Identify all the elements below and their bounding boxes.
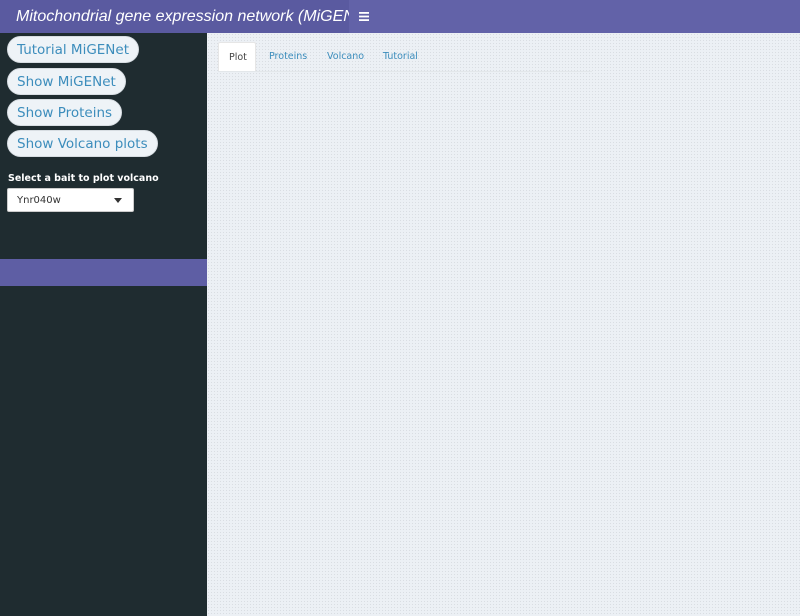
app-brand: Mitochondrial gene expression network (M… — [0, 0, 373, 33]
tab-proteins[interactable]: Proteins — [256, 42, 317, 71]
caret-down-icon — [114, 198, 122, 203]
sidebar-divider-band — [0, 259, 207, 286]
bait-select-value: Ynr040w — [17, 194, 61, 206]
tab-tutorial[interactable]: Tutorial — [374, 42, 434, 71]
app-title: Mitochondrial gene expression network (M… — [16, 7, 374, 25]
hamburger-menu-icon — [359, 12, 369, 21]
show-proteins-button[interactable]: Show Proteins — [7, 99, 123, 126]
show-migenet-button[interactable]: Show MiGENet — [7, 68, 126, 95]
tutorial-migenet-button[interactable]: Tutorial MiGENet — [7, 36, 140, 63]
sidebar: Tutorial MiGENet Show MiGENet Show Prote… — [0, 33, 207, 616]
bait-select-label: Select a bait to plot volcano — [8, 173, 159, 184]
main-content: Plot Proteins Volcano Tutorial — [207, 33, 800, 616]
tab-bar: Plot Proteins Volcano Tutorial — [218, 42, 592, 72]
show-volcano-plots-button[interactable]: Show Volcano plots — [7, 130, 158, 157]
tab-volcano[interactable]: Volcano — [317, 42, 374, 71]
sidebar-toggle-button[interactable] — [349, 0, 379, 33]
bait-select[interactable]: Ynr040w — [7, 188, 134, 212]
top-navbar — [349, 0, 800, 33]
tab-plot[interactable]: Plot — [218, 42, 256, 71]
app-header: Mitochondrial gene expression network (M… — [0, 0, 800, 33]
